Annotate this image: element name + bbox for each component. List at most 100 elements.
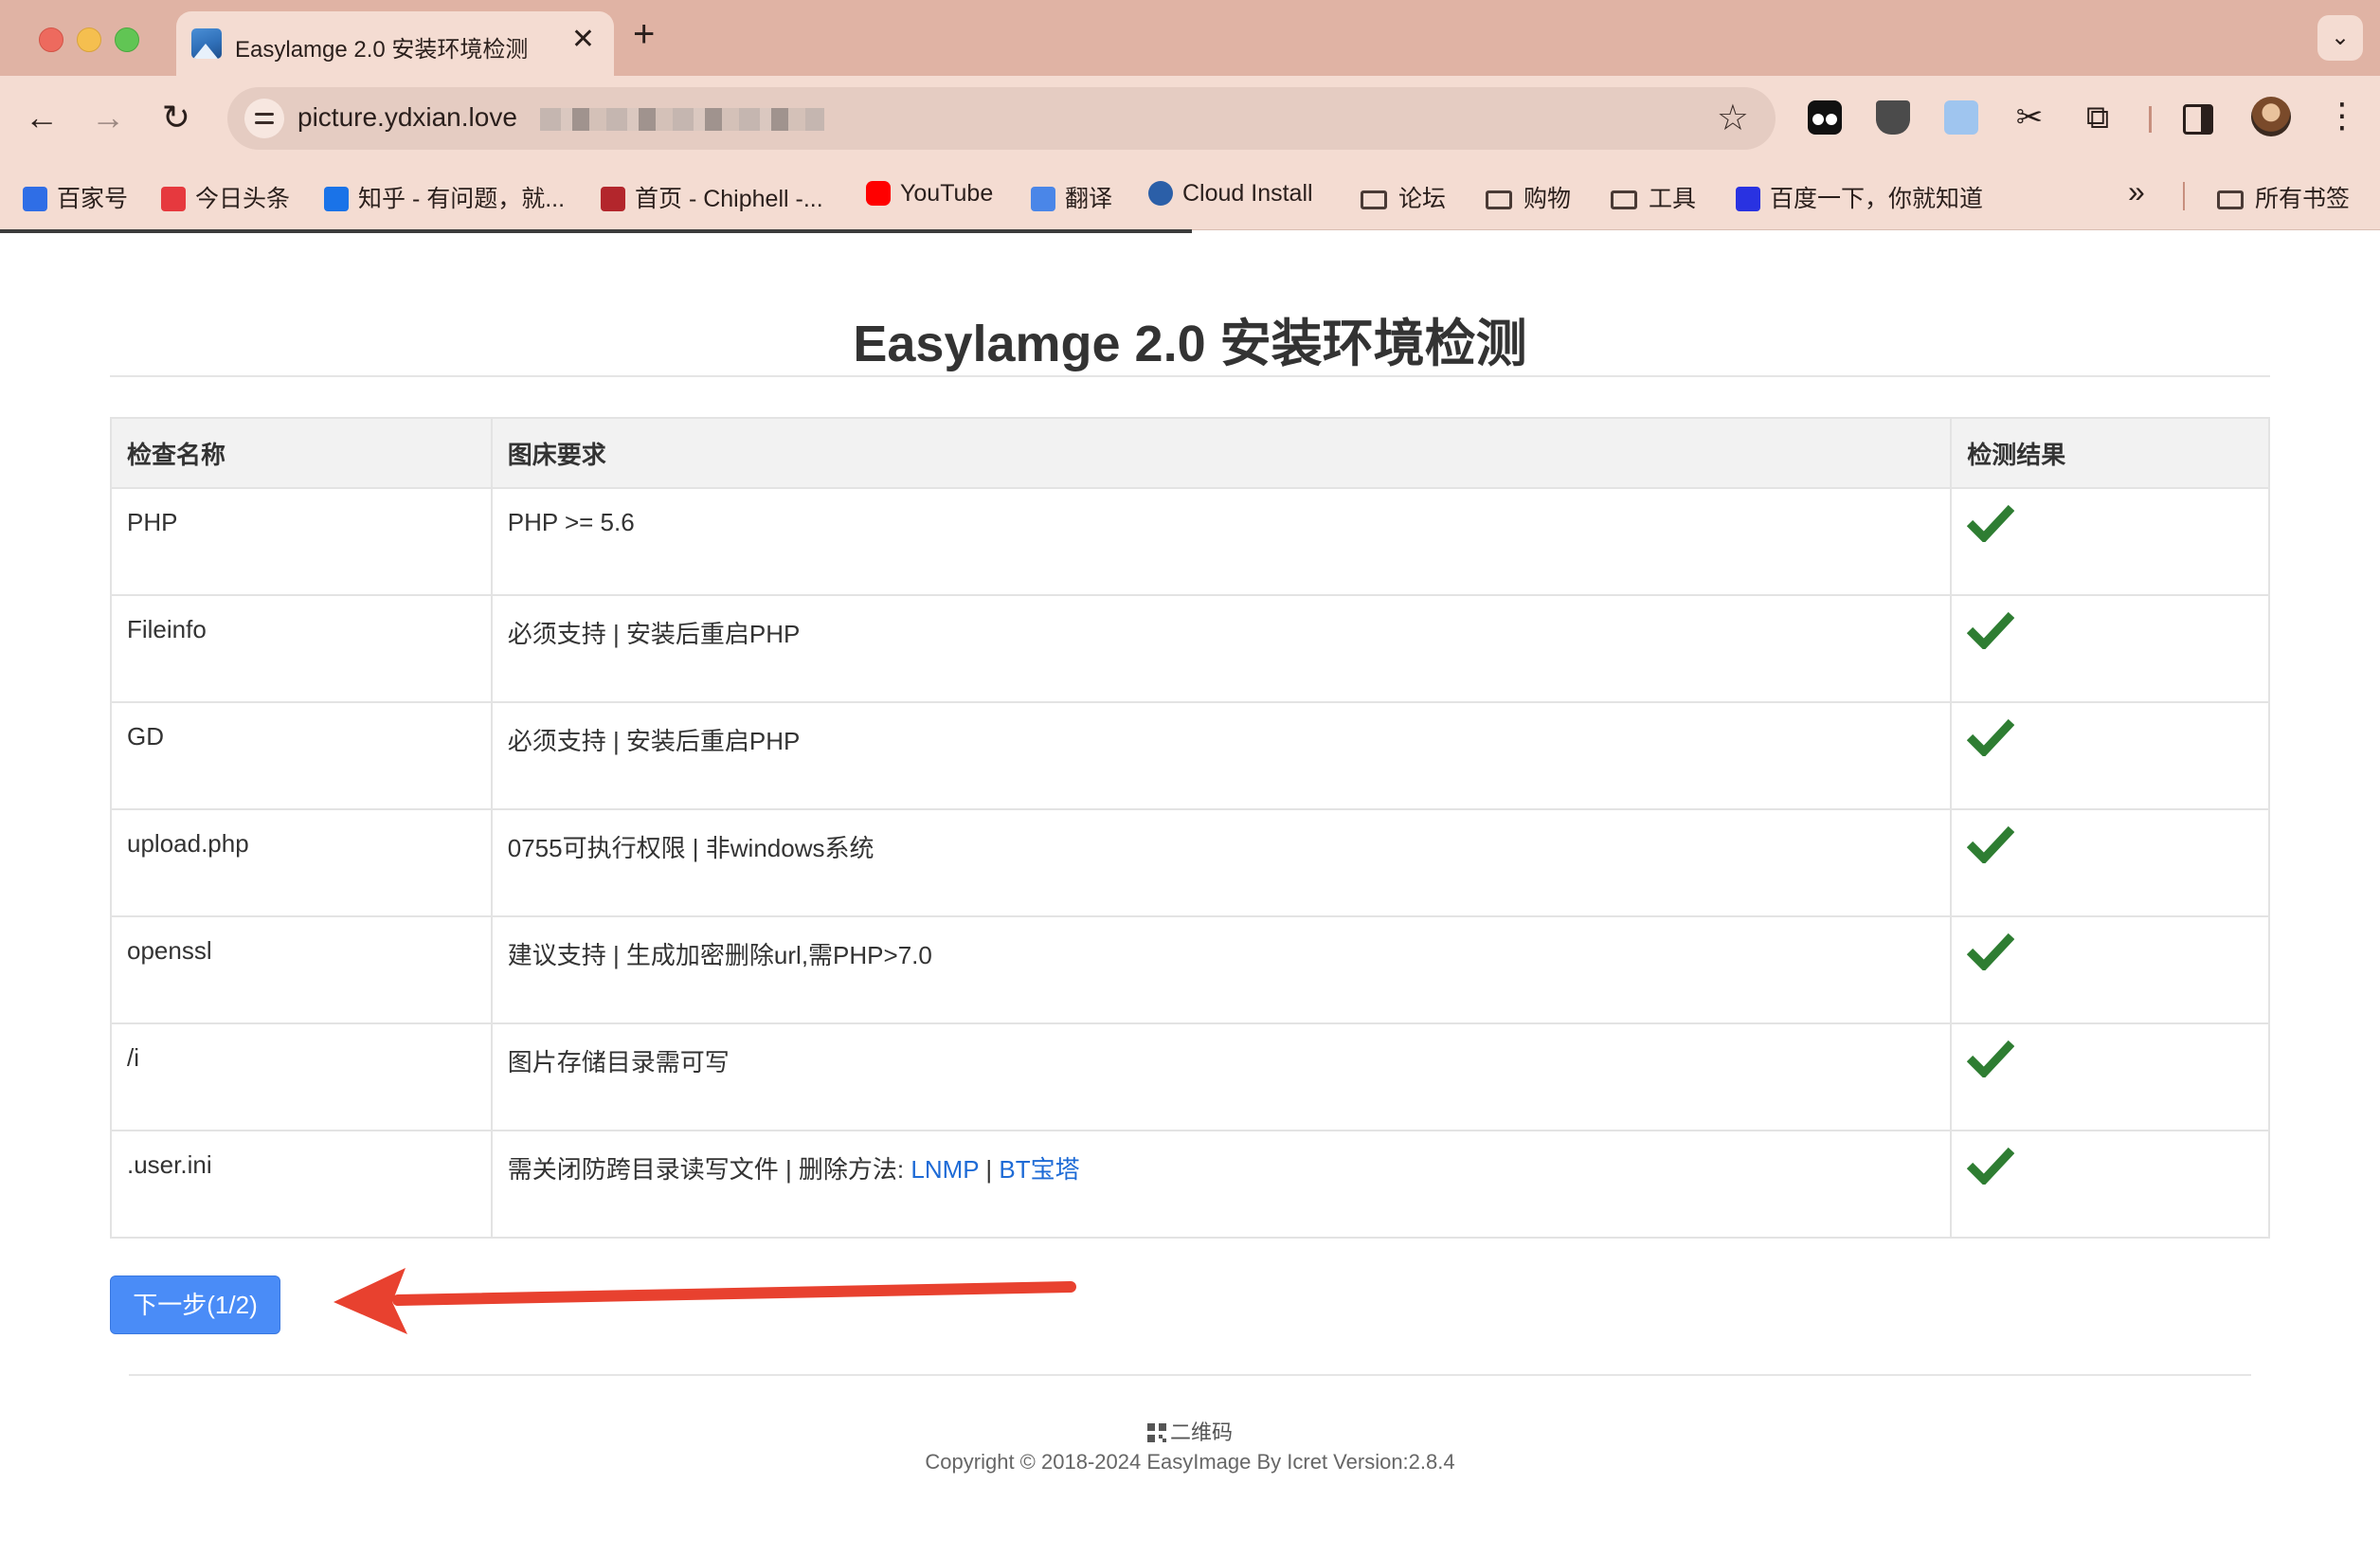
- new-tab-button[interactable]: +: [633, 15, 655, 53]
- next-step-button[interactable]: 下一步(1/2): [110, 1276, 280, 1334]
- table-row: Fileinfo 必须支持 | 安装后重启PHP: [110, 594, 2270, 703]
- check-name: /i: [110, 1022, 493, 1131]
- extension-shield-icon[interactable]: [1876, 100, 1910, 135]
- address-bar[interactable]: picture.ydxian.love ☆: [227, 87, 1776, 150]
- check-result: [1950, 487, 2270, 596]
- reload-button[interactable]: ↻: [153, 95, 199, 140]
- bt-panel-link[interactable]: BT宝塔: [999, 1155, 1079, 1184]
- check-requirement: 需关闭防跨目录读写文件 | 删除方法: LNMP | BT宝塔: [490, 1130, 1953, 1239]
- baidu-icon: [1736, 187, 1760, 211]
- extension-eyes-icon[interactable]: [1808, 100, 1842, 135]
- bookmarks-bar: 百家号 今日头条 知乎 - 有问题，就... 首页 - Chiphell -..…: [0, 161, 2380, 230]
- bookmark-label: 所有书签: [2255, 186, 2351, 212]
- bookmark-label: 首页 - Chiphell -...: [635, 186, 823, 212]
- tab-title: Easylamge 2.0 安装环境检测: [235, 37, 529, 63]
- check-result: [1950, 808, 2270, 917]
- bookmark-folder[interactable]: 购物: [1486, 180, 1571, 214]
- qr-code-link[interactable]: 二维码: [1042, 1416, 1338, 1446]
- side-panel-icon[interactable]: [2183, 104, 2213, 135]
- bookmark-label: 翻译: [1065, 186, 1113, 212]
- bookmark-star-icon[interactable]: ☆: [1717, 97, 1749, 139]
- table-row: openssl 建议支持 | 生成加密删除url,需PHP>7.0: [110, 915, 2270, 1024]
- checkmark-icon: [1967, 825, 2015, 863]
- zhihu-icon: [324, 187, 349, 211]
- check-name: .user.ini: [110, 1130, 493, 1239]
- bookmark-item[interactable]: 首页 - Chiphell -...: [601, 180, 823, 214]
- profile-avatar[interactable]: [2251, 97, 2291, 136]
- extension-scissors-icon[interactable]: ✂: [2012, 100, 2046, 135]
- bookmark-label: 购物: [1524, 186, 1572, 212]
- bookmark-folder[interactable]: 工具: [1611, 180, 1696, 214]
- back-button[interactable]: ←: [19, 95, 64, 140]
- table-row: upload.php 0755可执行权限 | 非windows系统: [110, 808, 2270, 917]
- table-row: PHP PHP >= 5.6: [110, 487, 2270, 596]
- all-bookmarks-folder[interactable]: 所有书签: [2217, 180, 2350, 214]
- forward-button[interactable]: →: [85, 95, 131, 140]
- folder-icon: [1361, 190, 1387, 209]
- bookmark-item[interactable]: YouTube: [866, 180, 993, 208]
- bookmark-label: 工具: [1649, 186, 1697, 212]
- check-name: PHP: [110, 487, 493, 596]
- browser-menu-icon[interactable]: ⋮: [2325, 93, 2359, 138]
- bookmark-label: 论坛: [1398, 186, 1447, 212]
- browser-toolbar: ← → ↻ picture.ydxian.love ☆ ✂ ⧉ ⋮: [0, 76, 2380, 161]
- bookmark-item[interactable]: 百家号: [23, 180, 128, 214]
- close-tab-icon[interactable]: ✕: [571, 26, 595, 54]
- table-row: /i 图片存储目录需可写: [110, 1022, 2270, 1131]
- cloud-icon: [1148, 181, 1173, 206]
- column-header-name: 检查名称: [110, 417, 493, 489]
- qr-code-label: 二维码: [1169, 1420, 1233, 1444]
- bookmark-label: 百度一下，你就知道: [1770, 186, 1984, 212]
- title-divider: [110, 375, 2270, 377]
- check-name: openssl: [110, 915, 493, 1024]
- check-requirement: 图片存储目录需可写: [490, 1022, 1953, 1131]
- page-load-progress: [0, 229, 1192, 233]
- bookmark-folder[interactable]: 论坛: [1361, 180, 1446, 214]
- bookmark-item[interactable]: Cloud Install: [1148, 180, 1313, 208]
- bookmark-label: Cloud Install: [1182, 180, 1313, 207]
- check-result: [1950, 701, 2270, 810]
- site-settings-icon[interactable]: [244, 99, 284, 138]
- check-requirement: 建议支持 | 生成加密删除url,需PHP>7.0: [490, 915, 1953, 1024]
- bookmark-item[interactable]: 百度一下，你就知道: [1736, 180, 1983, 214]
- redacted-url-area: [540, 108, 824, 131]
- close-window-button[interactable]: [39, 27, 63, 52]
- translate-icon: [1031, 187, 1055, 211]
- more-bookmarks-icon[interactable]: »: [2128, 174, 2145, 209]
- check-result: [1950, 1130, 2270, 1239]
- qr-code-icon: [1146, 1423, 1166, 1442]
- bookmark-label: 今日头条: [195, 186, 291, 212]
- bookmark-item[interactable]: 知乎 - 有问题，就...: [324, 180, 565, 214]
- active-tab[interactable]: Easylamge 2.0 安装环境检测 ✕: [176, 11, 614, 76]
- tab-search-button[interactable]: ⌄: [2317, 15, 2363, 61]
- extension-translate-icon[interactable]: [1944, 100, 1978, 135]
- annotation-arrow: [334, 1268, 1076, 1334]
- bookmark-item[interactable]: 今日头条: [161, 180, 290, 214]
- check-result: [1950, 915, 2270, 1024]
- bookmark-label: 百家号: [57, 186, 129, 212]
- fullscreen-window-button[interactable]: [115, 27, 139, 52]
- footer-divider: [129, 1374, 2251, 1376]
- page-title: Easylamge 2.0 安装环境检测: [853, 316, 1527, 372]
- toolbar-divider: [2149, 106, 2152, 133]
- bookmark-item[interactable]: 翻译: [1031, 180, 1112, 214]
- baijiahao-icon: [23, 187, 47, 211]
- check-requirement: 0755可执行权限 | 非windows系统: [490, 808, 1953, 917]
- column-header-result: 检测结果: [1950, 417, 2270, 489]
- check-name: upload.php: [110, 808, 493, 917]
- minimize-window-button[interactable]: [77, 27, 101, 52]
- folder-icon: [1486, 190, 1512, 209]
- check-name: GD: [110, 701, 493, 810]
- check-requirement: 必须支持 | 安装后重启PHP: [490, 701, 1953, 810]
- table-row: GD 必须支持 | 安装后重启PHP: [110, 701, 2270, 810]
- lnmp-link[interactable]: LNMP: [911, 1155, 979, 1184]
- tab-bar: Easylamge 2.0 安装环境检测 ✕ + ⌄: [0, 0, 2380, 76]
- checkmark-icon: [1967, 1147, 2015, 1185]
- table-header-row: 检查名称 图床要求 检测结果: [110, 417, 2270, 489]
- extensions-puzzle-icon[interactable]: ⧉: [2081, 100, 2115, 135]
- copyright-text: Copyright © 2018-2024 EasyImage By Icret…: [925, 1450, 1455, 1474]
- url-text: picture.ydxian.love: [298, 102, 517, 132]
- checkmark-icon: [1967, 611, 2015, 649]
- column-header-requirement: 图床要求: [490, 417, 1953, 489]
- check-result: [1950, 1022, 2270, 1131]
